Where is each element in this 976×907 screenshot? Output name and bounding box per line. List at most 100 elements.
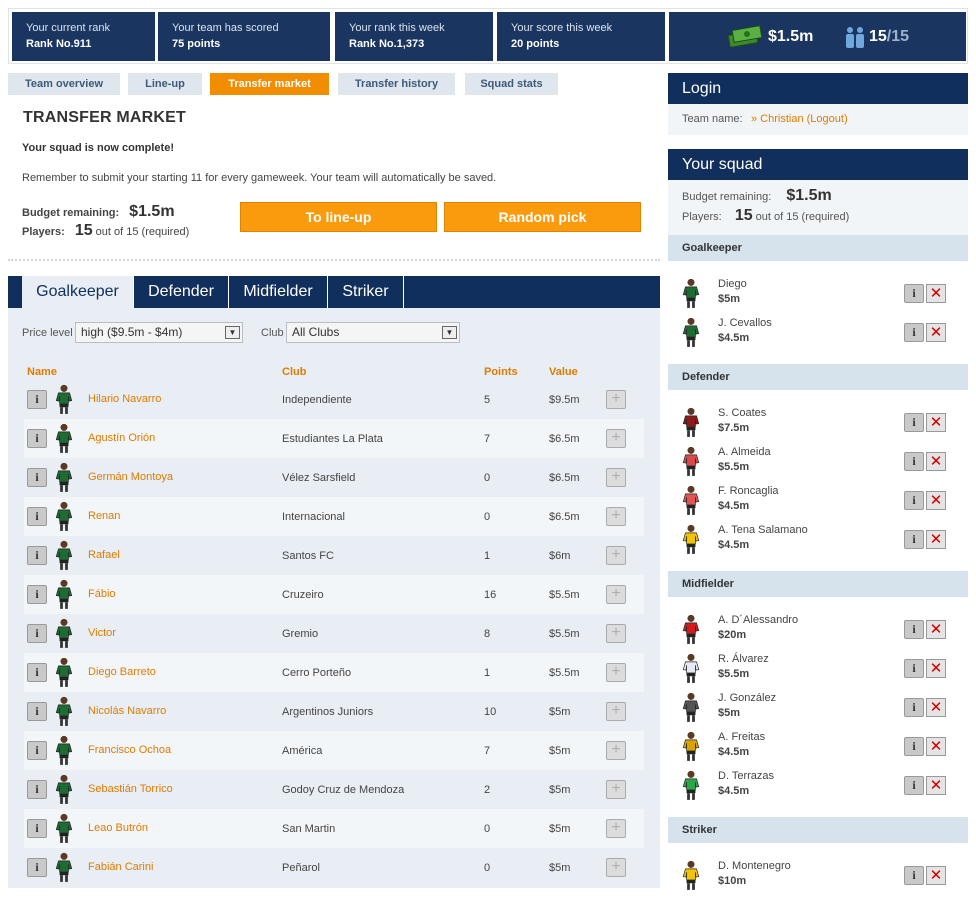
player-kit-icon (55, 462, 73, 496)
info-icon[interactable]: i (27, 390, 47, 409)
club-label: Club (261, 327, 284, 339)
remove-icon[interactable]: ✕ (926, 737, 946, 756)
info-icon[interactable]: i (27, 819, 47, 838)
player-club: América (282, 745, 323, 757)
tab-team-overview[interactable]: Team overview (8, 73, 120, 95)
info-icon[interactable]: i (904, 776, 924, 795)
tab-midfielder[interactable]: Midfielder (229, 276, 328, 308)
player-name[interactable]: Fabián Carini (88, 861, 153, 873)
info-icon[interactable]: i (904, 323, 924, 342)
add-player-icon[interactable]: + (606, 741, 626, 760)
add-player-icon[interactable]: + (606, 585, 626, 604)
remove-icon[interactable]: ✕ (926, 530, 946, 549)
info-icon[interactable]: i (27, 468, 47, 487)
tab-transfer-market[interactable]: Transfer market (210, 73, 329, 95)
remove-icon[interactable]: ✕ (926, 491, 946, 510)
info-icon[interactable]: i (27, 507, 47, 526)
player-name[interactable]: Nicolás Navarro (88, 705, 166, 717)
remove-icon[interactable]: ✕ (926, 659, 946, 678)
player-kit-icon (55, 579, 73, 613)
player-name[interactable]: Sebastián Torrico (88, 783, 173, 795)
tab-defender[interactable]: Defender (134, 276, 229, 308)
add-player-icon[interactable]: + (606, 858, 626, 877)
player-name[interactable]: Hilario Navarro (88, 393, 161, 405)
remove-icon[interactable]: ✕ (926, 452, 946, 471)
add-player-icon[interactable]: + (606, 468, 626, 487)
info-icon[interactable]: i (27, 780, 47, 799)
price-level-select[interactable]: high ($9.5m - $4m) ▼ (75, 322, 243, 343)
squad-player: D. Montenegro $10m i ✕ (668, 858, 968, 897)
squad-player: Diego $5m i ✕ (668, 276, 968, 315)
player-value: $9.5m (549, 394, 580, 406)
player-points: 16 (484, 589, 497, 601)
add-player-icon[interactable]: + (606, 780, 626, 799)
add-player-icon[interactable]: + (606, 429, 626, 448)
login-header: Login (668, 73, 968, 104)
tab-line-up[interactable]: Line-up (128, 73, 202, 95)
player-name[interactable]: Agustín Orión (88, 432, 155, 444)
logout-link[interactable]: » Christian (Logout) (751, 113, 848, 125)
info-icon[interactable]: i (904, 866, 924, 885)
stat-team-score: Your team has scored 75 points (158, 12, 330, 61)
squad-player-name: J. Cevallos (718, 317, 772, 329)
player-value: $5.5m (549, 628, 580, 640)
player-name[interactable]: Renan (88, 510, 120, 522)
remove-icon[interactable]: ✕ (926, 698, 946, 717)
squad-complete-message: Your squad is now complete! (22, 142, 174, 154)
add-player-icon[interactable]: + (606, 546, 626, 565)
player-kit-icon (55, 501, 73, 535)
add-player-icon[interactable]: + (606, 624, 626, 643)
info-icon[interactable]: i (904, 284, 924, 303)
player-name[interactable]: Fábio (88, 588, 116, 600)
info-icon[interactable]: i (27, 429, 47, 448)
info-icon[interactable]: i (904, 620, 924, 639)
squad-player-price: $4.5m (718, 746, 750, 758)
info-icon[interactable]: i (904, 737, 924, 756)
tab-goalkeeper[interactable]: Goalkeeper (22, 276, 134, 308)
remove-icon[interactable]: ✕ (926, 323, 946, 342)
info-icon[interactable]: i (27, 858, 47, 877)
tab-transfer-history[interactable]: Transfer history (338, 73, 455, 95)
add-player-icon[interactable]: + (606, 819, 626, 838)
info-icon[interactable]: i (904, 413, 924, 432)
squad-player: A. Tena Salamano $4.5m i ✕ (668, 522, 968, 561)
player-points: 2 (484, 784, 491, 796)
remove-icon[interactable]: ✕ (926, 866, 946, 885)
player-name[interactable]: Diego Barreto (88, 666, 156, 678)
to-lineup-button[interactable]: To line-up (240, 202, 437, 232)
tab-squad-stats[interactable]: Squad stats (465, 73, 558, 95)
price-level-value: high ($9.5m - $4m) (81, 325, 183, 339)
add-player-icon[interactable]: + (606, 390, 626, 409)
club-select[interactable]: All Clubs ▼ (286, 322, 460, 343)
info-icon[interactable]: i (904, 698, 924, 717)
info-icon[interactable]: i (27, 624, 47, 643)
remove-icon[interactable]: ✕ (926, 620, 946, 639)
remove-icon[interactable]: ✕ (926, 284, 946, 303)
info-icon[interactable]: i (27, 663, 47, 682)
budget-label: Budget remaining: (22, 207, 120, 219)
player-name[interactable]: Germán Montoya (88, 471, 173, 483)
info-icon[interactable]: i (27, 741, 47, 760)
info-icon[interactable]: i (27, 546, 47, 565)
add-player-icon[interactable]: + (606, 507, 626, 526)
info-icon[interactable]: i (27, 702, 47, 721)
info-icon[interactable]: i (904, 530, 924, 549)
player-name[interactable]: Francisco Ochoa (88, 744, 171, 756)
stat-value: 75 points (172, 38, 221, 50)
squad-section-spacer (668, 843, 968, 858)
remove-icon[interactable]: ✕ (926, 413, 946, 432)
player-name[interactable]: Leao Butrón (88, 822, 148, 834)
tab-striker[interactable]: Striker (328, 276, 404, 308)
info-icon[interactable]: i (904, 491, 924, 510)
column-points: Points (484, 366, 518, 378)
info-icon[interactable]: i (27, 585, 47, 604)
table-row: i Renan Internacional 0 $6.5m + (24, 497, 644, 536)
info-icon[interactable]: i (904, 659, 924, 678)
player-name[interactable]: Victor (88, 627, 116, 639)
player-name[interactable]: Rafael (88, 549, 120, 561)
add-player-icon[interactable]: + (606, 702, 626, 721)
info-icon[interactable]: i (904, 452, 924, 471)
random-pick-button[interactable]: Random pick (444, 202, 641, 232)
remove-icon[interactable]: ✕ (926, 776, 946, 795)
add-player-icon[interactable]: + (606, 663, 626, 682)
